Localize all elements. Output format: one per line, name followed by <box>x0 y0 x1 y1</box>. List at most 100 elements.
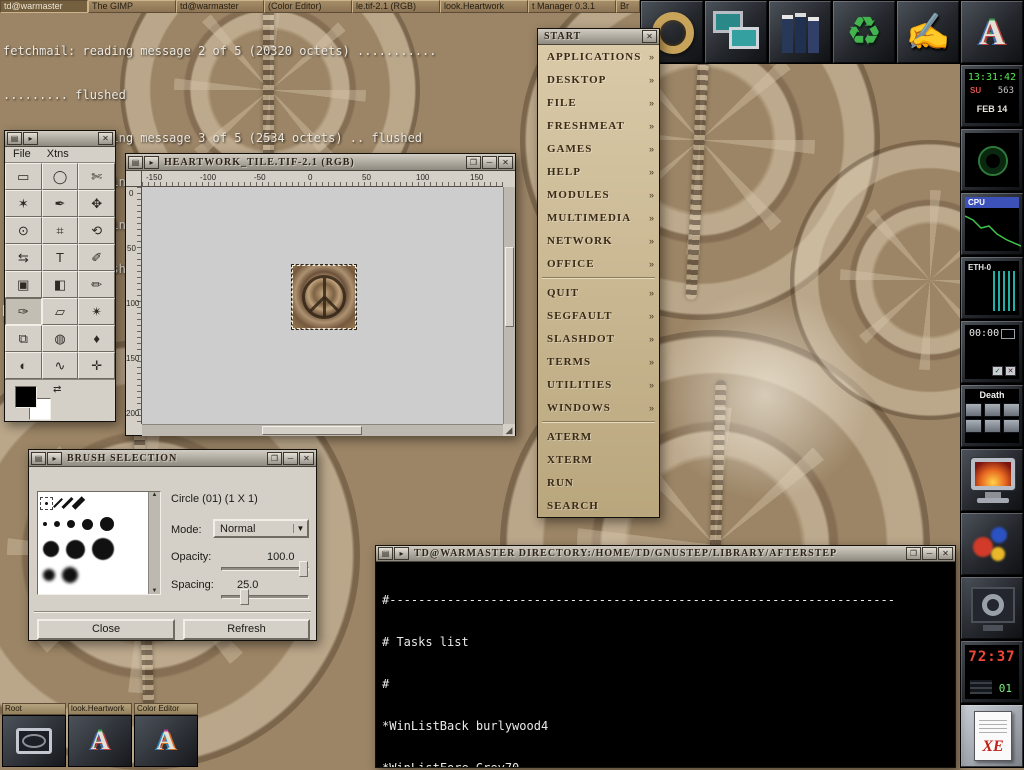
wharf-timer[interactable]: 00:00 ✓ ✕ <box>960 320 1024 384</box>
close-icon[interactable]: ✕ <box>1005 366 1016 376</box>
scrollbar-thumb[interactable] <box>505 247 514 327</box>
wharf-launcher-xemacs[interactable]: XE <box>960 704 1024 768</box>
minimized-window-color-editor[interactable]: Color Editor A <box>134 703 198 767</box>
close-icon[interactable]: ✕ <box>299 452 314 465</box>
window-menu-icon[interactable]: ▤ <box>128 156 143 169</box>
brush-swatch[interactable] <box>100 517 114 531</box>
menu-item-file[interactable]: FILE» <box>538 91 659 114</box>
menu-item-freshmeat[interactable]: FRESHMEAT» <box>538 114 659 137</box>
terminal-content[interactable]: #---------------------------------------… <box>376 562 955 767</box>
tool-magnify[interactable]: ⊙ <box>5 217 42 244</box>
tool-transform[interactable]: ⟲ <box>78 217 115 244</box>
dock-launcher-library[interactable] <box>768 0 832 64</box>
taskbar-button[interactable]: td@warmaster <box>176 0 264 13</box>
wharf-launcher-paint[interactable] <box>960 512 1024 576</box>
shade-icon[interactable]: ▸ <box>144 156 159 169</box>
close-icon[interactable]: ✕ <box>498 156 513 169</box>
wharf-launcher-machine[interactable] <box>960 576 1024 640</box>
maximize-icon[interactable]: ❐ <box>267 452 282 465</box>
window-menu-icon[interactable]: ▤ <box>7 132 22 145</box>
brush-swatch-selected[interactable] <box>43 500 50 507</box>
brush-list[interactable]: ▲ ▼ <box>37 491 161 595</box>
canvas-image-selection[interactable] <box>292 265 356 329</box>
wharf-pager-death[interactable]: Death <box>960 384 1024 448</box>
menu-item-segfault[interactable]: SEGFAULT» <box>538 304 659 327</box>
brush-swatch[interactable] <box>61 497 73 509</box>
brush-swatch[interactable] <box>62 567 78 583</box>
tool-free-select[interactable]: ✄ <box>78 163 115 190</box>
toolbox-titlebar[interactable]: ▤ ▸ ✕ <box>5 131 115 147</box>
pager-cell[interactable] <box>965 419 982 433</box>
pager-cell[interactable] <box>984 403 1001 417</box>
brush-swatch[interactable] <box>67 520 75 528</box>
start-menu-titlebar[interactable]: START ✕ <box>538 29 659 45</box>
tool-paintbrush[interactable]: ✑ <box>5 298 42 325</box>
tool-bucket-fill[interactable]: ▣ <box>5 271 42 298</box>
taskbar-button[interactable]: td@warmaster <box>0 0 88 13</box>
menu-item-modules[interactable]: MODULES» <box>538 183 659 206</box>
menu-item-utilities[interactable]: UTILITIES» <box>538 373 659 396</box>
iconify-icon[interactable]: ─ <box>283 452 298 465</box>
dock-launcher-recycle[interactable]: ♻ <box>832 0 896 64</box>
tool-smudge[interactable]: ∿ <box>42 352 79 379</box>
menu-item-help[interactable]: HELP» <box>538 160 659 183</box>
tool-eraser[interactable]: ▱ <box>42 298 79 325</box>
tool-color-picker[interactable]: ✐ <box>78 244 115 271</box>
pager-cell[interactable] <box>965 403 982 417</box>
menu-item-games[interactable]: GAMES» <box>538 137 659 160</box>
brush-swatch[interactable] <box>72 496 85 509</box>
brush-swatch[interactable] <box>43 522 47 526</box>
menu-item-quit[interactable]: QUIT» <box>538 281 659 304</box>
shade-icon[interactable]: ▸ <box>394 547 409 560</box>
tool-ink[interactable]: ♦ <box>78 325 115 352</box>
check-icon[interactable]: ✓ <box>992 366 1003 376</box>
vertical-scrollbar[interactable] <box>503 187 515 424</box>
tool-airbrush[interactable]: ✴ <box>78 298 115 325</box>
shade-icon[interactable]: ▸ <box>23 132 38 145</box>
opacity-slider[interactable] <box>221 567 309 571</box>
dock-launcher-workstations[interactable] <box>704 0 768 64</box>
brush-swatch[interactable] <box>92 538 114 560</box>
shade-icon[interactable]: ▸ <box>47 452 62 465</box>
ruler-corner[interactable] <box>126 171 142 187</box>
minimized-window-root[interactable]: Root <box>2 703 66 767</box>
tool-convolve[interactable]: ◍ <box>42 325 79 352</box>
pager-cell[interactable] <box>984 419 1001 433</box>
iconify-icon[interactable]: ─ <box>482 156 497 169</box>
resize-grip-icon[interactable]: ◢ <box>503 424 515 436</box>
refresh-button[interactable]: Refresh <box>183 619 310 640</box>
image-canvas[interactable] <box>142 187 503 424</box>
taskbar-button[interactable]: look.Heartwork <box>440 0 528 13</box>
opacity-slider-thumb[interactable] <box>299 561 308 577</box>
close-icon[interactable]: ✕ <box>938 547 953 560</box>
menu-item-xterm[interactable]: XTERM <box>538 448 659 471</box>
menu-item-run[interactable]: RUN <box>538 471 659 494</box>
taskbar-button[interactable]: Br <box>616 0 640 13</box>
tool-fuzzy-select[interactable]: ✶ <box>5 190 42 217</box>
menu-item-office[interactable]: OFFICE» <box>538 252 659 275</box>
tool-blend[interactable]: ◧ <box>42 271 79 298</box>
tool-text[interactable]: T <box>42 244 79 271</box>
brush-swatch[interactable] <box>43 541 59 557</box>
wharf-launcher-fireterm[interactable] <box>960 448 1024 512</box>
menu-item-multimedia[interactable]: MULTIMEDIA» <box>538 206 659 229</box>
menu-xtns[interactable]: Xtns <box>39 147 77 162</box>
menu-file[interactable]: File <box>5 147 39 162</box>
tool-clone[interactable]: ⧉ <box>5 325 42 352</box>
taskbar-button[interactable]: t Manager 0.3.1 <box>528 0 616 13</box>
minimized-window-look-heartwork[interactable]: look.Heartwork A <box>68 703 132 767</box>
taskbar-button[interactable]: le.tif-2.1 (RGB) <box>352 0 440 13</box>
wharf-network-monitor[interactable]: ETH-0 <box>960 256 1024 320</box>
terminal-titlebar[interactable]: ▤ ▸ TD@WARMASTER DIRECTORY:/HOME/TD/GNUS… <box>376 546 955 562</box>
wharf-led-clock[interactable]: 72:37 01 <box>960 640 1024 704</box>
close-button[interactable]: Close <box>37 619 175 640</box>
brush-swatch[interactable] <box>54 521 60 527</box>
brush-swatch[interactable] <box>66 540 85 559</box>
window-menu-icon[interactable]: ▤ <box>378 547 393 560</box>
close-icon[interactable]: ✕ <box>98 132 113 145</box>
wharf-cd-player[interactable] <box>960 128 1024 192</box>
tool-pencil[interactable]: ✏ <box>78 271 115 298</box>
window-menu-icon[interactable]: ▤ <box>31 452 46 465</box>
close-icon[interactable]: ✕ <box>642 30 657 43</box>
tool-crop[interactable]: ⌗ <box>42 217 79 244</box>
